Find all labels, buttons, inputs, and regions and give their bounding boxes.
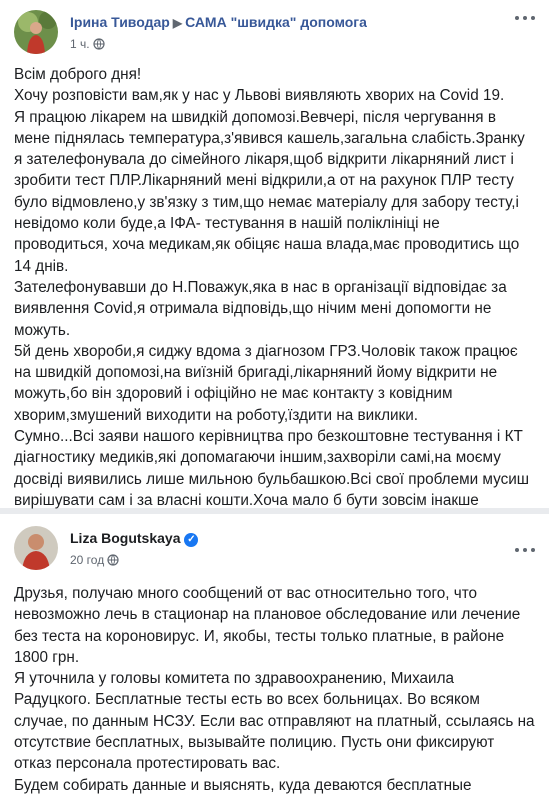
more-options-icon[interactable] xyxy=(515,12,535,24)
more-options-icon[interactable] xyxy=(515,544,535,556)
author-avatar[interactable] xyxy=(14,526,58,570)
verified-badge-icon: ✓ xyxy=(184,533,199,547)
post-text: Друзья, получаю много сообщений от вас о… xyxy=(14,585,535,794)
author-name[interactable]: Ірина Тиводар xyxy=(70,14,170,30)
triangle-right-icon: ▶ xyxy=(172,16,183,30)
group-name[interactable]: САМА "швидка" допомога xyxy=(185,14,367,30)
post-card: Ірина Тиводар ▶ САМА "швидка" допомога 1 ч… xyxy=(0,0,549,509)
post-meta: 20 год xyxy=(70,553,119,569)
globe-icon xyxy=(107,554,119,569)
post-text: Всім доброго дня! Хочу розповісти вам,як… xyxy=(14,66,530,509)
globe-icon xyxy=(92,38,105,53)
post-header: Liza Bogutskaya ✓ 20 год xyxy=(0,514,549,578)
post-time[interactable]: 20 год xyxy=(70,553,104,567)
post-time[interactable]: 1 ч. xyxy=(70,37,90,51)
post-meta: 1 ч. xyxy=(70,37,105,53)
post-header: Ірина Тиводар ▶ САМА "швидка" допомога 1 ч… xyxy=(0,0,549,64)
author-avatar[interactable] xyxy=(14,10,58,54)
author-name[interactable]: Liza Bogutskaya xyxy=(70,530,180,546)
author-line: Ірина Тиводар ▶ САМА "швидка" допомога xyxy=(70,14,367,30)
post-card: Liza Bogutskaya ✓ 20 год Друзья, получаю … xyxy=(0,514,549,802)
author-line: Liza Bogutskaya ✓ xyxy=(70,530,199,547)
